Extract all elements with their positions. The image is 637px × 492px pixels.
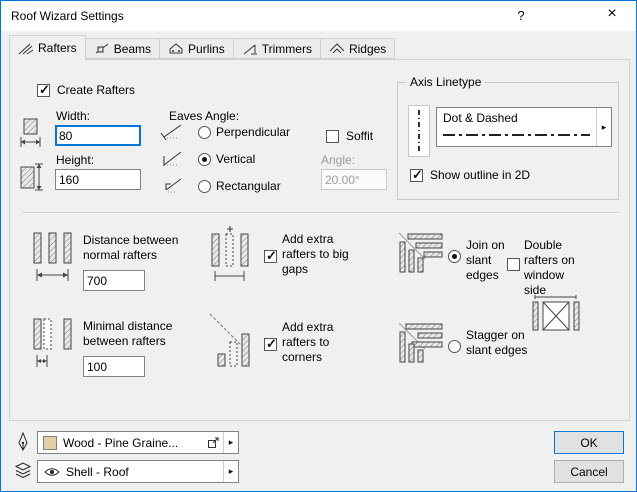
soffit-label: Soffit [346,129,373,144]
normal-rafter-distance-icon [28,228,76,286]
tab-beams[interactable]: Beams [86,38,160,59]
rafter-width-icon [20,118,44,148]
tab-ridges[interactable]: Ridges [321,38,395,59]
distance-normal-label: Distance between normal rafters [83,233,195,263]
axis-linetype-value: Dot & Dashed [443,111,590,125]
show-outline-checkbox[interactable] [410,169,423,182]
height-input[interactable] [55,169,141,190]
stagger-slant-edges-label: Stagger on slant edges [466,328,544,358]
layer-arrow-strip[interactable]: ▸ [223,461,238,482]
stagger-slant-edges-radio[interactable] [448,340,461,353]
eaves-rectangular-label: Rectangular [216,179,281,194]
axis-linetype-group: Axis Linetype Dot & Dashed ▸ Show outlin… [397,82,619,200]
section-divider [22,212,619,214]
eaves-rectangular-radio[interactable] [198,180,211,193]
dropdown-arrow-icon: ▸ [229,437,234,448]
tab-label: Beams [114,42,151,56]
layers-icon [14,462,32,479]
window-title: Roof Wizard Settings [11,9,124,23]
tab-trimmers[interactable]: Trimmers [234,38,321,59]
tab-label: Rafters [38,41,77,55]
beams-tab-icon [94,42,110,55]
extra-rafters-big-gaps-checkbox[interactable] [264,250,277,263]
close-icon[interactable]: × [596,5,628,23]
linetype-preview [408,105,430,157]
axis-linetype-combo[interactable]: Dot & Dashed ▸ [436,107,612,147]
tab-label: Purlins [188,42,225,56]
eaves-perpendicular-radio[interactable] [198,126,211,139]
create-rafters-label: Create Rafters [57,83,135,98]
layer-value: Shell - Roof [66,465,223,479]
extra-rafters-big-gaps-icon [208,225,252,287]
trimmers-tab-icon [242,42,258,55]
material-arrow-strip[interactable]: ▸ [223,432,238,453]
axis-linetype-arrow-strip[interactable]: ▸ [596,108,611,146]
tab-label: Ridges [349,42,386,56]
tabstrip: Rafters Beams Purlins Trimmers Ridges [9,35,395,60]
join-slant-edges-icon [398,232,444,274]
material-swatch [43,436,57,450]
dash-dot-pattern [443,134,590,136]
axis-linetype-group-title: Axis Linetype [406,75,485,90]
help-icon[interactable]: ? [506,8,536,23]
eye-icon [44,467,60,477]
eaves-perpendicular-icon [160,122,184,140]
minimal-distance-label: Minimal distance between rafters [83,319,195,349]
eaves-vertical-radio[interactable] [198,153,211,166]
tab-rafters[interactable]: Rafters [9,35,86,60]
join-slant-edges-radio[interactable] [448,250,461,263]
roof-wizard-settings-dialog: Roof Wizard Settings ? × Rafters Beams P… [0,0,637,492]
material-picker-icon[interactable] [207,436,220,449]
distance-normal-input[interactable] [83,270,145,291]
dropdown-arrow-icon: ▸ [229,466,234,477]
rafter-height-icon [20,162,44,192]
tab-purlins[interactable]: Purlins [160,38,234,59]
purlins-tab-icon [168,42,184,55]
extra-rafters-big-gaps-label: Add extra rafters to big gaps [282,232,362,277]
ridges-tab-icon [329,42,345,55]
eaves-perpendicular-label: Perpendicular [216,125,290,140]
minimal-distance-input[interactable] [83,356,145,377]
material-combo[interactable]: Wood - Pine Graine... ▸ [37,431,239,454]
axis-linetype-combo-main: Dot & Dashed [437,108,596,146]
show-outline-label: Show outline in 2D [430,168,530,183]
stagger-slant-edges-icon [398,322,444,364]
ok-button[interactable]: OK [554,431,624,454]
material-value: Wood - Pine Graine... [63,436,207,450]
double-rafters-window-label: Double rafters on window side [524,238,584,298]
create-rafters-checkbox[interactable] [37,84,50,97]
rafters-panel: Create Rafters Width: Height: Eaves Angl… [9,59,630,421]
extra-rafters-corners-checkbox[interactable] [264,338,277,351]
soffit-angle-label: Angle: [321,153,355,168]
layer-combo[interactable]: Shell - Roof ▸ [37,460,239,483]
dropdown-arrow-icon: ▸ [602,122,607,133]
soffit-angle-input [321,169,387,190]
soffit-checkbox[interactable] [326,130,339,143]
linetype-preview-line [418,110,420,152]
titlebar: Roof Wizard Settings ? × [1,1,636,31]
width-input[interactable] [55,125,141,146]
eaves-vertical-label: Vertical [216,152,255,167]
extra-rafters-corners-icon [208,312,252,374]
tab-label: Trimmers [262,42,312,56]
rafters-tab-icon [18,42,34,55]
minimal-rafter-distance-icon [28,314,76,372]
double-rafters-window-checkbox[interactable] [507,258,520,271]
width-label: Width: [56,109,90,124]
surface-pen-icon [15,432,31,452]
eaves-rectangular-icon [160,176,184,194]
height-label: Height: [56,153,94,168]
extra-rafters-corners-label: Add extra rafters to corners [282,320,362,365]
eaves-vertical-icon [160,149,184,167]
cancel-button[interactable]: Cancel [554,460,624,483]
